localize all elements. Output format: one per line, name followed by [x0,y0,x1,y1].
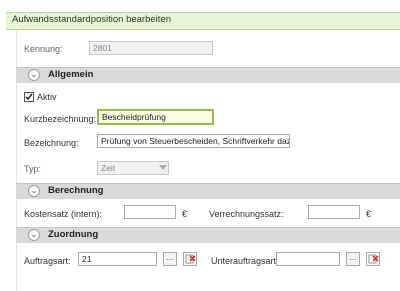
check-icon [25,93,33,101]
chevron-down-icon[interactable]: ⌄ [28,185,40,197]
section-allgemein-label: Allgemein [48,69,94,80]
section-berechnung-label: Berechnung [48,185,104,196]
delete-icon [185,254,196,264]
typ-label: Typ: [24,164,42,174]
verrechnungssatz-input[interactable] [308,205,360,219]
auftragsart-browse-button[interactable]: ... [163,252,177,266]
aktiv-checkbox[interactable] [24,92,34,102]
kennung-field: 2801 [89,41,213,55]
verrechnungssatz-unit: € [366,209,372,219]
auftragsart-input[interactable]: 21 [78,252,157,266]
unterauftragsart-clear-button[interactable] [366,252,380,266]
delete-icon [368,254,379,264]
kostensatz-input[interactable] [124,205,176,219]
auftragsart-clear-button[interactable] [183,252,197,266]
kurzbezeichnung-input[interactable]: Bescheidprüfung [97,109,214,125]
unterauftragsart-browse-button[interactable]: ... [346,252,360,266]
bezeichnung-label: Bezeichnung: [24,138,79,148]
section-zuordnung-label: Zuordnung [48,229,99,240]
bezeichnung-input[interactable]: Prüfung von Steuerbescheiden, Schriftver… [97,134,290,148]
kennung-label: Kennung: [24,44,63,54]
verrechnungssatz-label: Verrechnungssatz: [209,209,284,219]
kostensatz-unit: € [182,209,188,219]
kurzbezeichnung-label: Kurzbezeichnung: [24,114,97,124]
chevron-down-icon[interactable]: ⌄ [28,229,40,241]
kostensatz-label: Kostensatz (intern): [24,209,103,219]
chevron-down-icon[interactable]: ⌄ [28,69,40,81]
unterauftragsart-label: Unterauftragsart: [211,256,279,266]
window-title: Aufwandsstandardposition bearbeiten [12,14,171,25]
dropdown-arrow-icon[interactable] [159,165,167,170]
unterauftragsart-input[interactable] [276,252,340,266]
aktiv-label: Aktiv [37,92,57,102]
auftragsart-label: Auftragsart: [24,256,71,266]
